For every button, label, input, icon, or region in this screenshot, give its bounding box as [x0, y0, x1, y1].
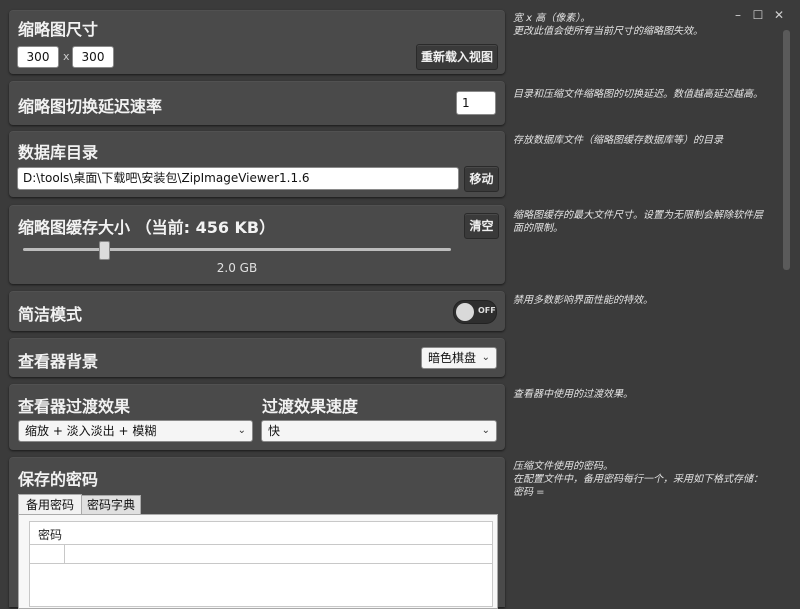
- speed-selected: 快: [268, 424, 281, 438]
- tab-password-dictionary[interactable]: 密码字典: [81, 495, 141, 515]
- clear-button[interactable]: 清空: [464, 213, 499, 239]
- simple-toggle[interactable]: OFF: [453, 300, 497, 324]
- background-panel: 查看器背景 暗色棋盘 ⌄: [9, 338, 505, 377]
- db-desc: 存放数据库文件（缩略图缓存数据库等）的目录: [513, 135, 723, 146]
- speed-title: 过渡效果速度: [262, 397, 359, 416]
- toggle-label: OFF: [478, 306, 496, 315]
- scrollbar[interactable]: [783, 30, 790, 270]
- passwords-desc: 压缩文件使用的密码。 在配置文件中，备用密码每行一个，采用如下格式存储： 密码 …: [513, 461, 763, 498]
- passwords-tab-content: 密码: [18, 514, 498, 609]
- simple-desc: 禁用多数影响界面性能的特效。: [513, 295, 653, 306]
- db-path-field[interactable]: D:\tools\桌面\下载吧\安装包\ZipImageViewer1.1.6: [17, 167, 459, 190]
- cache-current: （当前: 456 KB）: [135, 218, 276, 237]
- thumb-height-field[interactable]: 300: [72, 46, 114, 68]
- background-title: 查看器背景: [18, 352, 99, 371]
- simple-panel: 简洁模式 OFF: [9, 291, 505, 331]
- delay-title: 缩略图切换延迟速率: [18, 97, 163, 116]
- password-column-header: 密码: [38, 528, 63, 542]
- passwords-panel: 保存的密码 备用密码 密码字典 密码: [9, 457, 505, 609]
- db-panel: 数据库目录 D:\tools\桌面\下载吧\安装包\ZipImageViewer…: [9, 131, 505, 197]
- thumb-size-title: 缩略图尺寸: [18, 20, 99, 39]
- chevron-down-icon: ⌄: [481, 425, 490, 436]
- speed-select[interactable]: 快 ⌄: [261, 420, 497, 442]
- delay-input[interactable]: 1: [456, 91, 496, 115]
- cache-panel: 缩略图缓存大小 （当前: 456 KB） 清空 2.0 GB: [9, 205, 505, 284]
- thumb-size-desc: 宽 x 高（像素）。 更改此值会使所有当前尺寸的缩略图失效。: [513, 13, 703, 37]
- transition-select[interactable]: 缩放 + 淡入淡出 + 模糊 ⌄: [18, 420, 253, 442]
- chevron-down-icon: ⌄: [481, 352, 490, 363]
- close-icon[interactable]: ✕: [771, 7, 787, 23]
- cache-slider-value: 2.0 GB: [216, 261, 258, 275]
- transition-desc: 查看器中使用的过渡效果。: [513, 389, 633, 400]
- transition-panel: 查看器过渡效果 过渡效果速度 缩放 + 淡入淡出 + 模糊 ⌄ 快 ⌄: [9, 384, 505, 450]
- tab-backup-passwords[interactable]: 备用密码: [18, 494, 82, 515]
- background-selected: 暗色棋盘: [428, 351, 477, 365]
- reload-view-button[interactable]: 重新载入视图: [416, 44, 498, 70]
- simple-title: 简洁模式: [18, 305, 83, 324]
- delay-panel: 缩略图切换延迟速率 1: [9, 81, 505, 125]
- cache-title: 缩略图缓存大小 （当前: 456 KB）: [18, 214, 275, 238]
- transition-selected: 缩放 + 淡入淡出 + 模糊: [25, 424, 157, 438]
- toggle-knob: [456, 303, 474, 321]
- thumb-width-field[interactable]: 300: [17, 46, 59, 68]
- delay-desc: 目录和压缩文件缩略图的切换延迟。数值越高延迟越高。: [513, 89, 763, 100]
- passwords-title: 保存的密码: [18, 470, 99, 489]
- passwords-grid[interactable]: 密码: [29, 521, 493, 607]
- row-divider: [64, 545, 65, 563]
- chevron-down-icon: ⌄: [237, 425, 246, 436]
- background-select[interactable]: 暗色棋盘 ⌄: [421, 347, 497, 369]
- table-row[interactable]: [30, 544, 492, 564]
- times-label: x: [63, 50, 70, 63]
- move-button[interactable]: 移动: [464, 166, 499, 192]
- cache-desc: 缩略图缓存的最大文件尺寸。设置为无限制会解除软件层面的限制。: [513, 210, 763, 234]
- cache-slider-thumb[interactable]: [99, 241, 111, 260]
- cache-title-text: 缩略图缓存大小: [18, 218, 131, 237]
- thumb-size-panel: 缩略图尺寸 300 x 300 重新载入视图: [9, 10, 505, 74]
- cache-slider-track[interactable]: [23, 248, 451, 251]
- transition-title: 查看器过渡效果: [18, 397, 131, 416]
- db-title: 数据库目录: [18, 143, 99, 162]
